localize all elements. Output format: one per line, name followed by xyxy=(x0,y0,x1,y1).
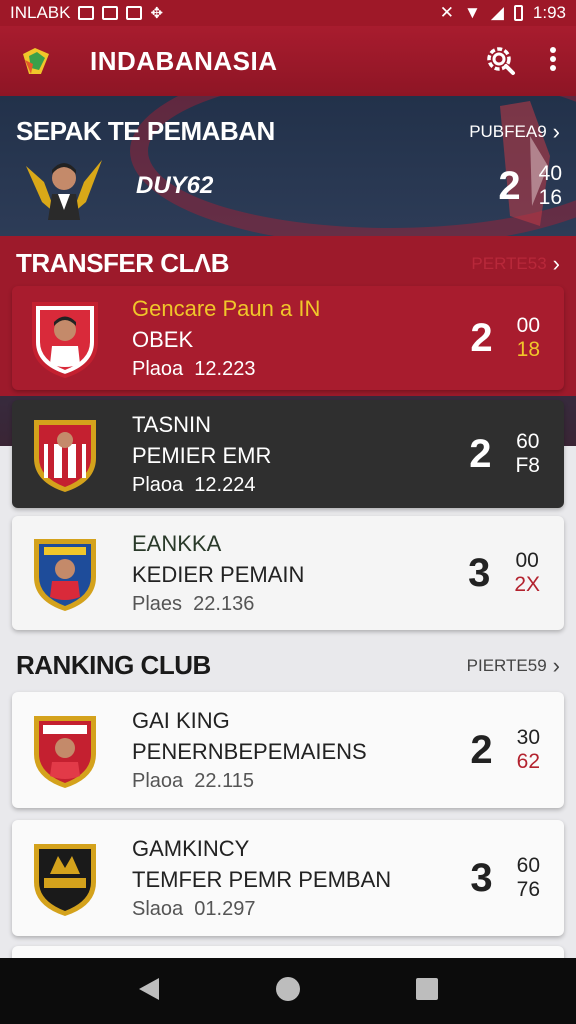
card-score-main: 3 xyxy=(468,550,491,595)
club-crest-icon xyxy=(30,838,100,918)
card-detail: Plaoa 22.115 xyxy=(132,769,254,792)
status-bar: INLABK ✥ ✕ ▼ ◢ 1:93 xyxy=(0,0,576,26)
card-score-top: 30 xyxy=(516,725,540,749)
chevron-right-icon: › xyxy=(552,118,560,144)
card-score: 2 30 62 xyxy=(470,726,540,774)
player-avatar xyxy=(22,152,106,220)
transfer-more-link[interactable]: PERTE53 › xyxy=(471,250,560,276)
hero-more-link[interactable]: PUBFEA9 › xyxy=(469,118,560,144)
card-score: 2 60 F8 xyxy=(469,430,540,478)
sync-icon: ✥ xyxy=(150,5,164,22)
club-crest-icon xyxy=(30,533,100,613)
mute-icon: ✕ xyxy=(439,3,454,22)
card-subtitle: PEMIER EMR xyxy=(132,442,272,468)
app-logo-icon[interactable] xyxy=(18,43,54,79)
card-title: Gencare Paun a IN xyxy=(132,295,321,321)
card-score-bottom: 18 xyxy=(516,338,540,361)
card-score-bottom: 2X xyxy=(514,573,540,596)
hero-section-header: SEPAK TE PEMABAN PUBFEA9 › xyxy=(16,116,560,147)
transfer-section-header: TRANSFER CLɅB PERTE53 › xyxy=(16,248,560,279)
card-score-top: 00 xyxy=(516,313,540,337)
card-title: GAI KING xyxy=(132,707,230,733)
card-score-main: 2 xyxy=(470,315,493,360)
card-score-bottom: F8 xyxy=(515,454,540,477)
hero-title: SEPAK TE PEMABAN xyxy=(16,116,275,146)
ranking-section-header: RANKING CLUB PIERTE59 › xyxy=(16,650,560,681)
featured-score: 2 40 16 xyxy=(498,162,562,210)
card-score: 3 00 2X xyxy=(468,549,540,597)
ranking-card[interactable]: GAMKINCY TEMFER PEMR PEMBAN Slaoa 01.297… xyxy=(12,820,564,936)
featured-score-main: 2 xyxy=(498,163,521,208)
card-detail: Plaes 22.136 xyxy=(132,592,255,615)
card-score-main: 2 xyxy=(469,431,492,476)
card-score: 2 00 18 xyxy=(470,314,540,362)
message-icon xyxy=(126,6,143,20)
card-subtitle: PENERNBEPEMAIENS xyxy=(132,738,367,764)
card-score: 3 60 76 xyxy=(470,854,540,902)
app-title: INDABANASIA xyxy=(90,45,278,76)
card-subtitle: OBEK xyxy=(132,326,194,352)
card-title: GAMKINCY xyxy=(132,835,250,861)
ranking-title: RANKING CLUB xyxy=(16,650,211,680)
club-crest-icon xyxy=(30,414,100,494)
card-score-top: 60 xyxy=(516,853,540,877)
card-score-top: 00 xyxy=(515,548,539,572)
home-nav-icon[interactable] xyxy=(275,976,301,1007)
card-score-bottom: 62 xyxy=(516,750,540,773)
card-detail: Plaoa 12.223 xyxy=(132,357,256,380)
battery-icon xyxy=(513,5,523,21)
signal-icon: ◢ xyxy=(490,3,504,22)
back-nav-icon[interactable] xyxy=(137,976,161,1007)
search-gear-icon[interactable] xyxy=(482,42,516,81)
chevron-right-icon: › xyxy=(552,250,560,276)
featured-name: DUY62 xyxy=(136,172,214,199)
chevron-right-icon: › xyxy=(552,652,560,678)
transfer-more-label: PERTE53 xyxy=(471,253,547,273)
card-detail: Slaoa 01.297 xyxy=(132,897,256,920)
card-title: EANKKA xyxy=(132,530,222,556)
transfer-card[interactable]: TASNIN PEMIER EMR Plaoa 12.224 2 60 F8 xyxy=(12,400,564,508)
carrier-label: INLABK xyxy=(10,3,71,22)
gallery-icon xyxy=(102,6,119,20)
club-crest-icon xyxy=(30,298,100,379)
featured-player-row[interactable]: DUY62 2 40 16 xyxy=(22,146,562,226)
app-bar: INDABANASIA xyxy=(0,26,576,96)
card-score-top: 60 xyxy=(516,429,540,453)
transfer-card[interactable]: EANKKA KEDIER PEMAIN Plaes 22.136 3 00 2… xyxy=(12,516,564,630)
recents-nav-icon[interactable] xyxy=(415,977,439,1006)
card-subtitle: TEMFER PEMR PEMBAN xyxy=(132,866,392,892)
featured-score-top: 40 xyxy=(538,161,562,185)
featured-score-bottom: 16 xyxy=(538,186,562,209)
overflow-menu-icon[interactable] xyxy=(548,45,558,78)
notification-icon xyxy=(78,6,95,20)
clock: 1:93 xyxy=(532,3,566,22)
club-crest-icon xyxy=(30,710,100,790)
system-nav-bar xyxy=(0,958,576,1024)
card-detail: Plaoa 12.224 xyxy=(132,473,256,496)
ranking-more-label: PIERTE59 xyxy=(466,655,547,675)
transfer-card[interactable]: Gencare Paun a IN OBEK Plaoa 12.223 2 00… xyxy=(12,286,564,390)
wifi-icon: ▼ xyxy=(464,3,481,22)
card-score-main: 3 xyxy=(470,855,493,900)
hero-more-label: PUBFEA9 xyxy=(469,121,547,141)
ranking-card[interactable]: GAI KING PENERNBEPEMAIENS Plaoa 22.115 2… xyxy=(12,692,564,808)
ranking-more-link[interactable]: PIERTE59 › xyxy=(466,652,560,678)
card-subtitle: KEDIER PEMAIN xyxy=(132,561,305,587)
transfer-title: TRANSFER CLɅB xyxy=(16,248,230,278)
card-score-main: 2 xyxy=(470,727,493,772)
card-score-bottom: 76 xyxy=(516,878,540,901)
card-title: TASNIN xyxy=(132,411,212,437)
